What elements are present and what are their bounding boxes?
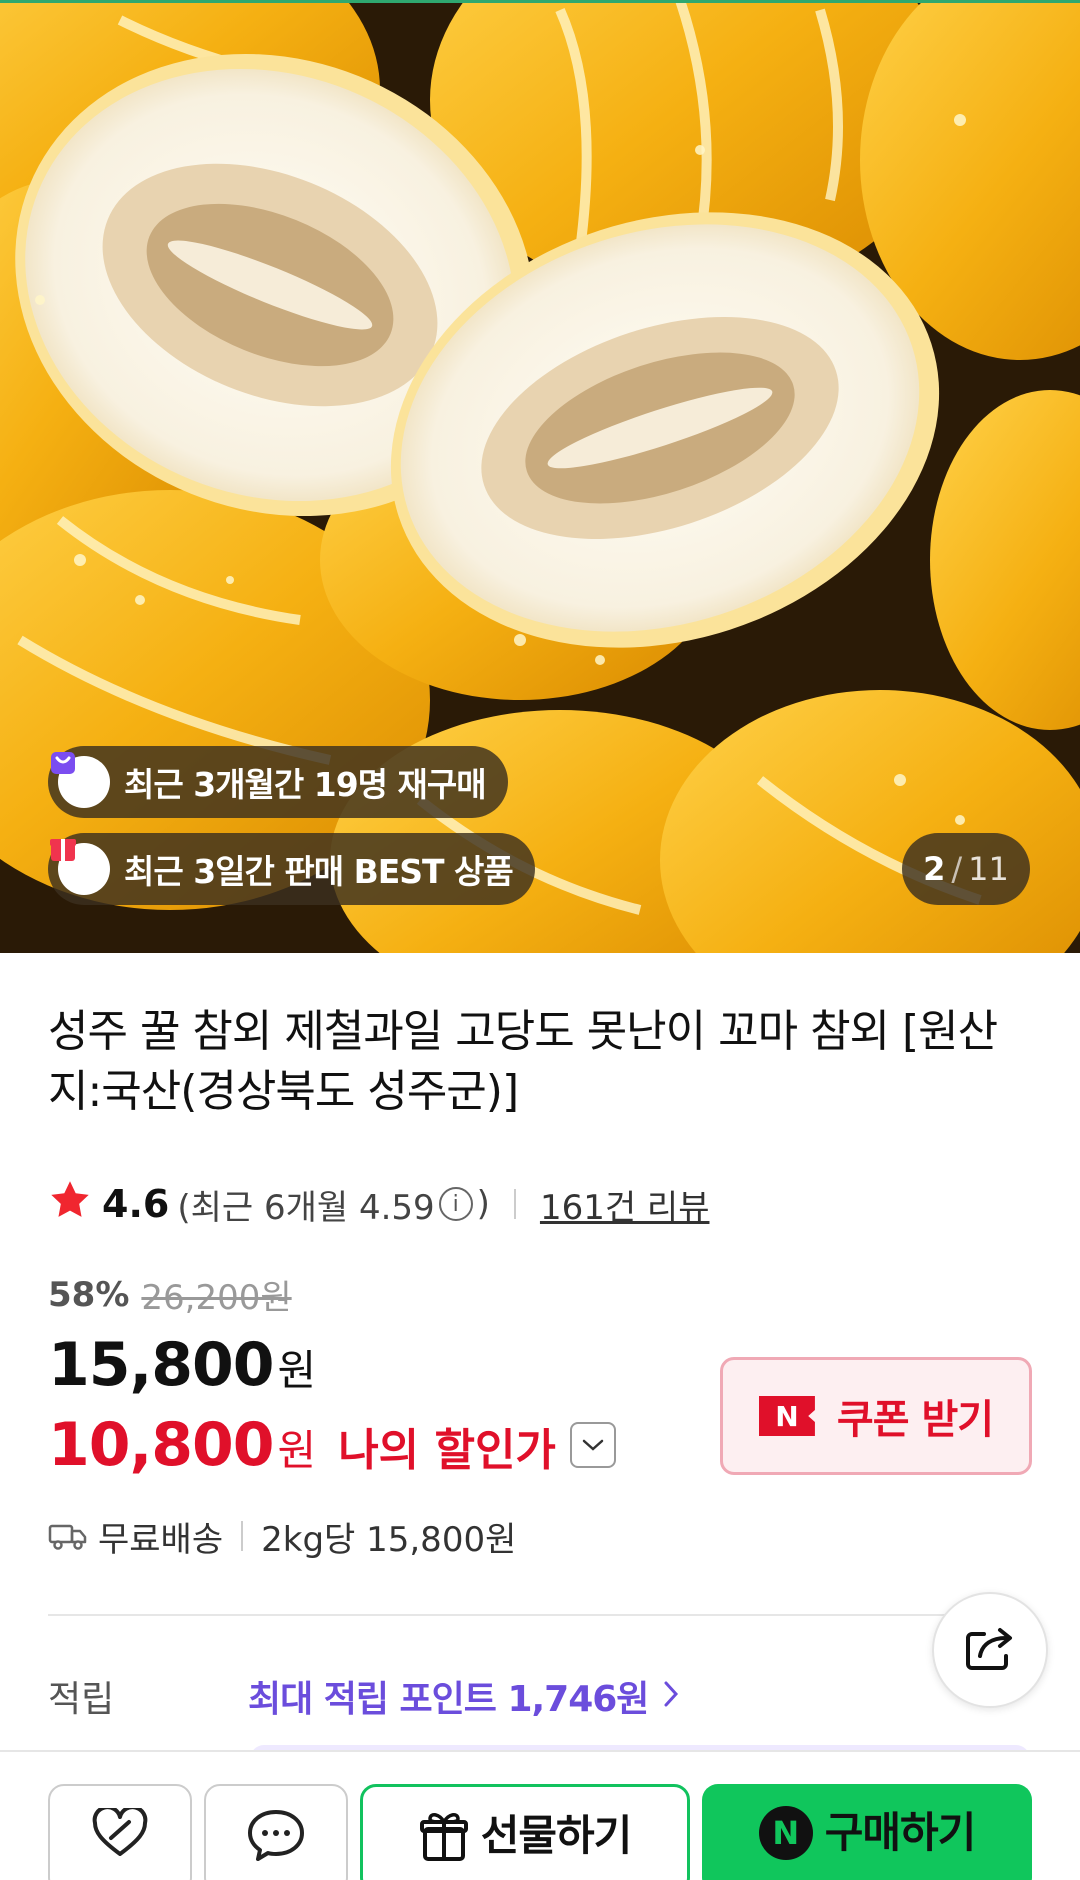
my-price-unit: 원 xyxy=(277,1426,317,1475)
recent-rating-prefix: (최근 6개월 4.59 xyxy=(177,1187,435,1228)
discount-row: 58% 26,200원 xyxy=(48,1270,292,1319)
divider xyxy=(241,1521,244,1551)
shipping-row: 무료배송 2kg당 15,800원 xyxy=(48,1510,516,1562)
review-count-link[interactable]: 161건 리뷰 xyxy=(540,1180,710,1229)
truck-icon xyxy=(48,1521,88,1551)
talk-button[interactable] xyxy=(204,1784,348,1880)
max-points-text[interactable]: 최대 적립 포인트 1,746원 xyxy=(248,1670,649,1722)
discount-percent: 58% xyxy=(48,1274,130,1315)
coupon-label: 쿠폰 받기 xyxy=(836,1397,994,1443)
chevron-right-icon xyxy=(662,1679,680,1713)
gift-button[interactable]: 선물하기 xyxy=(360,1784,690,1880)
points-label: 적립 xyxy=(48,1679,115,1720)
gift-box-icon xyxy=(50,839,110,895)
rating-score: 4.6 xyxy=(102,1182,170,1226)
pager-separator: / xyxy=(951,850,963,888)
section-divider xyxy=(48,1614,1032,1616)
sale-price-unit: 원 xyxy=(277,1346,317,1395)
share-button[interactable] xyxy=(932,1592,1048,1708)
recent-rating-suffix: ) xyxy=(476,1184,490,1224)
points-row[interactable]: 적립 최대 적립 포인트 1,746원 xyxy=(48,1668,680,1724)
bottom-action-bar: 선물하기 N 구매하기 xyxy=(0,1750,1080,1880)
rating-row: 4.6 (최근 6개월 4.59 i ) 161건 리뷰 xyxy=(48,1178,709,1230)
free-shipping-text: 무료배송 xyxy=(98,1519,224,1560)
chat-bubble-icon xyxy=(246,1808,306,1866)
get-coupon-button[interactable]: N 쿠폰 받기 xyxy=(720,1357,1032,1475)
original-price: 26,200원 xyxy=(141,1278,292,1318)
pager-total: 11 xyxy=(968,850,1009,888)
best-seller-badge: 최근 3일간 판매 BEST 상품 xyxy=(48,833,535,905)
pager-current: 2 xyxy=(923,850,946,888)
info-icon[interactable]: i xyxy=(438,1187,473,1221)
product-title: 성주 꿀 참외 제철과일 고당도 못난이 꼬마 참외 [원산지:국산(경상북도 … xyxy=(48,1006,998,1117)
buy-label: 구매하기 xyxy=(824,1808,977,1857)
gift-icon xyxy=(419,1809,469,1867)
gift-label: 선물하기 xyxy=(480,1811,633,1860)
my-price-number: 10,800 xyxy=(48,1410,275,1480)
shopping-bag-icon xyxy=(51,752,110,808)
naver-pay-icon: N xyxy=(758,1806,813,1860)
chevron-down-icon[interactable] xyxy=(569,1422,616,1468)
sale-price-number: 15,800 xyxy=(48,1330,275,1400)
top-accent-line xyxy=(0,0,1080,3)
product-image-carousel[interactable]: 최근 3개월간 19명 재구매 최근 3일간 판매 BEST 상품 2 / 11 xyxy=(0,0,1080,953)
image-pager: 2 / 11 xyxy=(902,833,1030,905)
repurchase-badge: 최근 3개월간 19명 재구매 xyxy=(48,746,508,818)
unit-price-text: 2kg당 15,800원 xyxy=(261,1519,517,1560)
naver-coupon-icon: N xyxy=(758,1396,815,1436)
badge-text: 최근 3개월간 19명 재구매 xyxy=(124,765,487,804)
my-discount-price: 10,800 원 나의 할인가 xyxy=(48,1410,616,1480)
buy-button[interactable]: N 구매하기 xyxy=(702,1784,1032,1880)
badge-text: 최근 3일간 판매 BEST 상품 xyxy=(124,852,514,891)
heart-icon xyxy=(91,1805,149,1864)
star-icon xyxy=(48,1178,92,1231)
divider xyxy=(513,1189,516,1219)
share-icon xyxy=(962,1622,1018,1678)
wishlist-button[interactable] xyxy=(48,1784,192,1880)
sale-price: 15,800 원 xyxy=(48,1330,316,1400)
my-price-label: 나의 할인가 xyxy=(338,1425,556,1476)
